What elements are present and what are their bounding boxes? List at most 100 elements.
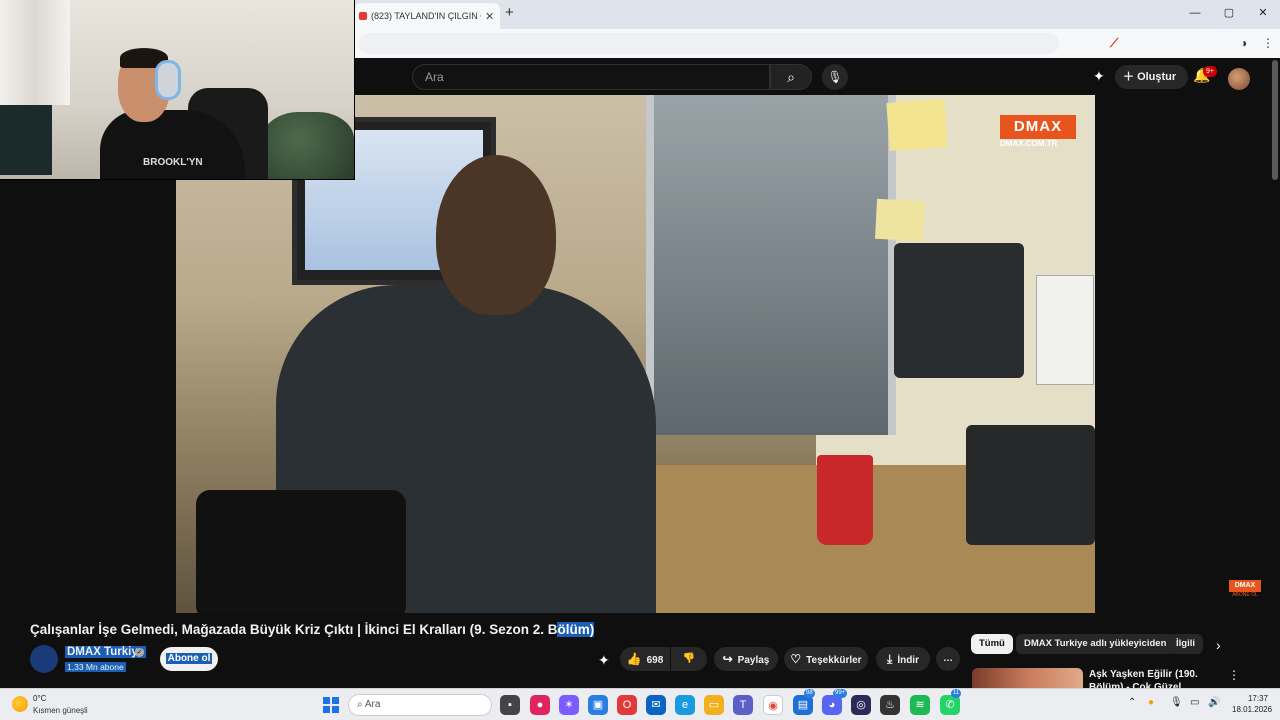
webcam-background-object xyxy=(262,112,354,179)
search-icon: ⌕ xyxy=(787,69,795,85)
whatsapp-icon[interactable]: ✆ xyxy=(940,695,960,715)
copilot-icon[interactable]: ✶ xyxy=(559,695,579,715)
channel-name[interactable]: DMAX Turkiye xyxy=(65,646,147,658)
video-scene-paper xyxy=(1036,275,1094,385)
video-scene-cup xyxy=(817,455,873,545)
extension-icon[interactable]: ⟋ xyxy=(1110,36,1118,51)
taskbar-search[interactable]: ⌕ Ara xyxy=(348,694,492,716)
tray-overflow-icon[interactable]: ⌃ xyxy=(1128,697,1136,708)
voice-search-button[interactable]: 🎙 xyxy=(822,64,848,90)
page-scrollbar[interactable] xyxy=(1272,60,1278,180)
badge-count: 98 xyxy=(804,689,815,698)
video-scene-printer xyxy=(966,425,1095,545)
new-tab-button[interactable]: + xyxy=(505,4,514,21)
video-scene-note xyxy=(886,99,948,151)
share-label: Paylaş xyxy=(737,655,770,666)
badge-count: 11 xyxy=(951,689,962,698)
spotify-icon[interactable]: ≋ xyxy=(910,695,930,715)
microphone-icon[interactable]: 🎙 xyxy=(1170,697,1183,708)
notifications-badge: 9+ xyxy=(1203,66,1217,77)
video-title: Çalışanlar İşe Gelmedi, Mağazada Büyük K… xyxy=(30,622,595,637)
opera-icon[interactable]: O xyxy=(617,695,637,715)
download-button[interactable]: ⤓ İndir xyxy=(876,647,930,671)
url-field[interactable] xyxy=(359,33,1059,54)
dmax-watermark-logo: DMAX xyxy=(1000,115,1076,139)
store-icon[interactable]: ▤ xyxy=(793,695,813,715)
photos-icon[interactable]: ▣ xyxy=(588,695,608,715)
shirt-text: BROOKL'YN xyxy=(143,157,203,168)
system-clock[interactable]: 17:37 18.01.2026 xyxy=(1232,693,1272,715)
search-input[interactable]: Ara xyxy=(412,64,770,90)
maximize-button[interactable]: ▢ xyxy=(1212,0,1246,29)
windows-start-icon[interactable] xyxy=(323,697,339,713)
chevron-right-icon[interactable]: › xyxy=(1216,637,1221,653)
dislike-button[interactable]: 👎 xyxy=(671,647,707,671)
chip-from-uploader[interactable]: DMAX Turkiye adlı yükleyiciden xyxy=(1016,634,1175,654)
dmax-corner-subscribe[interactable]: ABONE OL xyxy=(1229,592,1261,598)
share-button[interactable]: ↪ Paylaş xyxy=(714,647,778,671)
create-button[interactable]: ＋ Oluştur xyxy=(1115,65,1189,89)
taskbar-search-placeholder: Ara xyxy=(364,699,381,710)
browser-menu-icon[interactable]: ⋮ xyxy=(1262,36,1274,50)
volume-icon[interactable]: 🔊 xyxy=(1208,697,1220,708)
browser-tab-bar: (823) TAYLAND'IN ÇILGIN GECE ✕ + — ▢ ✕ xyxy=(355,0,1280,29)
chrome-icon[interactable]: ◉ xyxy=(763,695,783,715)
display-icon[interactable]: ▭ xyxy=(1190,697,1199,708)
recommended-title[interactable]: Aşk Yaşken Eğilir (190. Bölüm) - Çok Güz… xyxy=(1089,668,1224,690)
temperature: 0°C xyxy=(33,694,47,703)
video-scene-phone xyxy=(894,243,1024,378)
like-count: 698 xyxy=(646,655,664,666)
webcam-computer xyxy=(0,105,52,175)
channel-avatar[interactable] xyxy=(30,645,58,673)
more-actions-button[interactable]: … xyxy=(936,647,960,671)
sparkle-icon[interactable]: ✦ xyxy=(598,652,610,669)
webcam-curtain xyxy=(0,0,70,105)
discord-icon[interactable]: ◕ xyxy=(822,695,842,715)
tray-app-icon[interactable]: ● xyxy=(1148,697,1154,708)
chip-all[interactable]: Tümü xyxy=(971,634,1013,654)
subscribe-button[interactable]: Abone ol xyxy=(160,647,218,671)
video-scene-window xyxy=(646,95,896,435)
profile-menu-icon[interactable]: ◑ xyxy=(1240,36,1247,50)
outlook-icon[interactable]: ✉ xyxy=(646,695,666,715)
thanks-button[interactable]: ♡ Teşekkürler xyxy=(784,647,868,671)
window-controls: — ▢ ✕ xyxy=(1178,0,1280,29)
kebab-menu-icon[interactable]: ⋮ xyxy=(1228,668,1240,682)
subscribe-label: Abone ol xyxy=(165,653,213,664)
share-icon: ↪ xyxy=(722,652,733,666)
dmax-corner-logo[interactable]: DMAX xyxy=(1229,580,1261,592)
thumbs-up-icon: 👍 xyxy=(626,652,642,666)
close-tab-icon[interactable]: ✕ xyxy=(485,10,494,23)
search-button[interactable]: ⌕ xyxy=(770,64,812,90)
address-bar: ⟋ ◑ ⋮ xyxy=(355,29,1280,58)
youtube-favicon-icon xyxy=(359,12,367,20)
browser-tab[interactable]: (823) TAYLAND'IN ÇILGIN GECE ✕ xyxy=(355,3,500,29)
badge-count: 99+ xyxy=(833,689,848,698)
chip-related[interactable]: İlgili xyxy=(1168,634,1203,654)
thanks-icon: ♡ xyxy=(790,652,802,666)
steam-icon[interactable]: ♨ xyxy=(880,695,900,715)
video-title-selected: ölüm) xyxy=(557,622,595,637)
microphone-icon: 🎙 xyxy=(827,70,843,84)
user-avatar[interactable] xyxy=(1228,68,1250,90)
weather-description: Kısmen güneşli xyxy=(33,706,88,715)
clock-time: 17:37 xyxy=(1247,694,1268,703)
download-icon: ⤓ xyxy=(887,652,893,666)
app-icon[interactable]: ● xyxy=(530,695,550,715)
sparkle-icon[interactable]: ✦ xyxy=(1093,68,1105,85)
subscriber-count: 1,33 Mn abone xyxy=(65,662,126,672)
youtube-header: Ara ⌕ 🎙 ✦ ＋ Oluştur 🔔 9+ xyxy=(355,58,1280,95)
file-explorer-icon[interactable]: ▭ xyxy=(704,695,724,715)
teams-icon[interactable]: T xyxy=(733,695,753,715)
edge-icon[interactable]: e xyxy=(675,695,695,715)
weather-sun-icon[interactable] xyxy=(12,696,28,712)
taskbar: 0°C Kısmen güneşli ⌕ Ara ▪ ● ✶ ▣ O ✉ e ▭… xyxy=(0,688,1280,720)
task-view-icon[interactable]: ▪ xyxy=(500,695,520,715)
minimize-button[interactable]: — xyxy=(1178,0,1212,29)
create-label: Oluştur xyxy=(1137,71,1177,83)
download-label: İndir xyxy=(897,655,919,666)
obs-icon[interactable]: ◎ xyxy=(851,695,871,715)
webcam-overlay: BROOKL'YN xyxy=(0,0,355,180)
like-button[interactable]: 👍 698 xyxy=(620,647,670,671)
close-window-button[interactable]: ✕ xyxy=(1246,0,1280,29)
